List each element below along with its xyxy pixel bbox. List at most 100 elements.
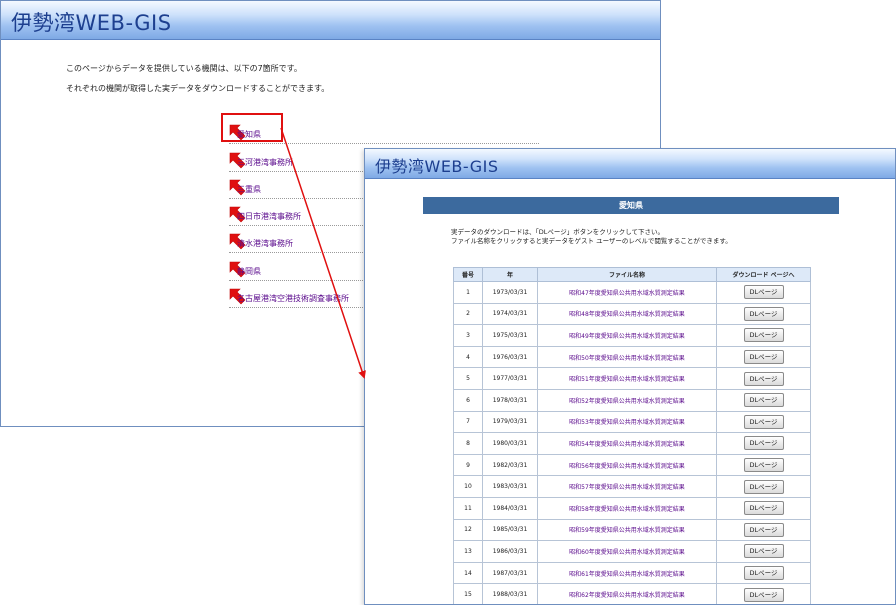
table-row: 1 1973/03/31 昭和47年度愛知県公共用水域水質測定結果 DLページ: [453, 281, 811, 304]
download-instructions-line2: ファイル名称をクリックすると実データをゲスト ユーザーのレベルで閲覧することがで…: [451, 237, 732, 245]
dl-page-button[interactable]: DLページ: [743, 414, 784, 429]
dl-page-button[interactable]: DLページ: [743, 436, 784, 451]
row-date: 1986/03/31: [482, 540, 538, 563]
file-name-link[interactable]: 昭和48年度愛知県公共用水域水質測定結果: [537, 302, 717, 326]
dl-page-button[interactable]: DLページ: [743, 285, 784, 300]
highlight-box: [221, 113, 283, 142]
row-number: 14: [453, 561, 483, 585]
table-row: 7 1979/03/31 昭和53年度愛知県公共用水域水質測定結果 DLページ: [453, 410, 811, 434]
dl-page-button[interactable]: DLページ: [743, 544, 784, 559]
row-date: 1985/03/31: [482, 518, 538, 542]
table-row: 11 1984/03/31 昭和58年度愛知県公共用水域水質測定結果 DLページ: [453, 496, 811, 520]
dl-page-button[interactable]: DLページ: [743, 458, 784, 473]
file-name-link[interactable]: 昭和60年度愛知県公共用水域水質測定結果: [537, 540, 717, 563]
org-link[interactable]: 名古屋港湾空港技術調査事務所: [237, 293, 349, 304]
col-header-no: 番号: [453, 267, 483, 282]
download-cell: DLページ: [716, 410, 811, 434]
org-link[interactable]: 三河港湾事務所: [237, 157, 293, 168]
detail-app-header: 伊勢湾WEB-GIS: [365, 149, 895, 179]
table-row: 6 1978/03/31 昭和52年度愛知県公共用水域水質測定結果 DLページ: [453, 388, 811, 412]
org-link[interactable]: 四日市港湾事務所: [237, 211, 301, 222]
table-row: 14 1987/03/31 昭和61年度愛知県公共用水域水質測定結果 DLページ: [453, 561, 811, 585]
app-header: 伊勢湾WEB-GIS: [1, 1, 660, 40]
dl-page-button[interactable]: DLページ: [743, 479, 784, 494]
row-number: 13: [453, 540, 483, 563]
download-cell: DLページ: [716, 518, 811, 542]
download-cell: DLページ: [716, 281, 811, 304]
file-name-link[interactable]: 昭和61年度愛知県公共用水域水質測定結果: [537, 561, 717, 585]
org-link[interactable]: 清水港湾事務所: [237, 238, 293, 249]
download-cell: DLページ: [716, 540, 811, 563]
data-file-table: 番号 年 ファイル名称 ダウンロード ページへ 1 1973/03/31 昭和47年…: [453, 267, 811, 604]
table-row: 8 1980/03/31 昭和54年度愛知県公共用水域水質測定結果 DLページ: [453, 432, 811, 455]
file-name-link[interactable]: 昭和59年度愛知県公共用水域水質測定結果: [537, 518, 717, 542]
file-name-link[interactable]: 昭和56年度愛知県公共用水域水質測定結果: [537, 453, 717, 477]
table-row: 15 1988/03/31 昭和62年度愛知県公共用水域水質測定結果 DLページ: [453, 583, 811, 604]
row-date: 1974/03/31: [482, 302, 538, 326]
download-cell: DLページ: [716, 432, 811, 455]
row-number: 15: [453, 583, 483, 604]
file-name-link[interactable]: 昭和47年度愛知県公共用水域水質測定結果: [537, 281, 717, 304]
dl-page-button[interactable]: DLページ: [743, 501, 784, 516]
row-date: 1982/03/31: [482, 453, 538, 477]
download-cell: DLページ: [716, 475, 811, 498]
table-row: 9 1982/03/31 昭和56年度愛知県公共用水域水質測定結果 DLページ: [453, 453, 811, 477]
aichi-data-window: 伊勢湾WEB-GIS 愛知県 実データのダウンロードは、「DLページ」ボタンをク…: [364, 148, 896, 605]
table-row: 4 1976/03/31 昭和50年度愛知県公共用水域水質測定結果 DLページ: [453, 345, 811, 369]
org-link[interactable]: 三重県: [237, 184, 261, 195]
row-number: 12: [453, 518, 483, 542]
download-cell: DLページ: [716, 367, 811, 390]
file-name-link[interactable]: 昭和58年度愛知県公共用水域水質測定結果: [537, 496, 717, 520]
row-number: 4: [453, 345, 483, 369]
dl-page-button[interactable]: DLページ: [743, 371, 784, 386]
row-number: 5: [453, 367, 483, 390]
dl-page-button[interactable]: DLページ: [743, 306, 784, 321]
table-header-row: 番号 年 ファイル名称 ダウンロード ページへ: [453, 267, 811, 282]
file-name-link[interactable]: 昭和62年度愛知県公共用水域水質測定結果: [537, 583, 717, 604]
download-cell: DLページ: [716, 561, 811, 585]
download-cell: DLページ: [716, 324, 811, 347]
file-name-link[interactable]: 昭和52年度愛知県公共用水域水質測定結果: [537, 388, 717, 412]
dl-page-button[interactable]: DLページ: [743, 522, 784, 537]
row-number: 7: [453, 410, 483, 434]
download-cell: DLページ: [716, 583, 811, 604]
row-date: 1975/03/31: [482, 324, 538, 347]
row-date: 1976/03/31: [482, 345, 538, 369]
col-header-download: ダウンロード ページへ: [716, 267, 811, 282]
table-row: 10 1983/03/31 昭和57年度愛知県公共用水域水質測定結果 DLページ: [453, 475, 811, 498]
dl-page-button[interactable]: DLページ: [743, 328, 784, 343]
row-number: 10: [453, 475, 483, 498]
col-header-year: 年: [482, 267, 538, 282]
file-name-link[interactable]: 昭和51年度愛知県公共用水域水質測定結果: [537, 367, 717, 390]
row-date: 1973/03/31: [482, 281, 538, 304]
row-date: 1978/03/31: [482, 388, 538, 412]
row-date: 1980/03/31: [482, 432, 538, 455]
app-title: 伊勢湾WEB-GIS: [11, 11, 172, 35]
org-link[interactable]: 静岡県: [237, 266, 261, 277]
file-name-link[interactable]: 昭和54年度愛知県公共用水域水質測定結果: [537, 432, 717, 455]
file-name-link[interactable]: 昭和50年度愛知県公共用水域水質測定結果: [537, 345, 717, 369]
table-row: 5 1977/03/31 昭和51年度愛知県公共用水域水質測定結果 DLページ: [453, 367, 811, 390]
dl-page-button[interactable]: DLページ: [743, 350, 784, 365]
download-cell: DLページ: [716, 302, 811, 326]
row-number: 9: [453, 453, 483, 477]
section-title: 愛知県: [423, 197, 839, 214]
file-name-link[interactable]: 昭和49年度愛知県公共用水域水質測定結果: [537, 324, 717, 347]
dl-page-button[interactable]: DLページ: [743, 587, 784, 602]
dl-page-button[interactable]: DLページ: [743, 566, 784, 581]
row-number: 8: [453, 432, 483, 455]
table-row: 12 1985/03/31 昭和59年度愛知県公共用水域水質測定結果 DLページ: [453, 518, 811, 542]
download-cell: DLページ: [716, 496, 811, 520]
table-row: 2 1974/03/31 昭和48年度愛知県公共用水域水質測定結果 DLページ: [453, 302, 811, 326]
dl-page-button[interactable]: DLページ: [743, 393, 784, 408]
row-date: 1983/03/31: [482, 475, 538, 498]
file-name-link[interactable]: 昭和53年度愛知県公共用水域水質測定結果: [537, 410, 717, 434]
col-header-filename: ファイル名称: [537, 267, 717, 282]
download-cell: DLページ: [716, 388, 811, 412]
file-name-link[interactable]: 昭和57年度愛知県公共用水域水質測定結果: [537, 475, 717, 498]
detail-app-title: 伊勢湾WEB-GIS: [375, 157, 499, 176]
table-row: 3 1975/03/31 昭和49年度愛知県公共用水域水質測定結果 DLページ: [453, 324, 811, 347]
row-date: 1979/03/31: [482, 410, 538, 434]
row-number: 6: [453, 388, 483, 412]
table-row: 13 1986/03/31 昭和60年度愛知県公共用水域水質測定結果 DLページ: [453, 540, 811, 563]
